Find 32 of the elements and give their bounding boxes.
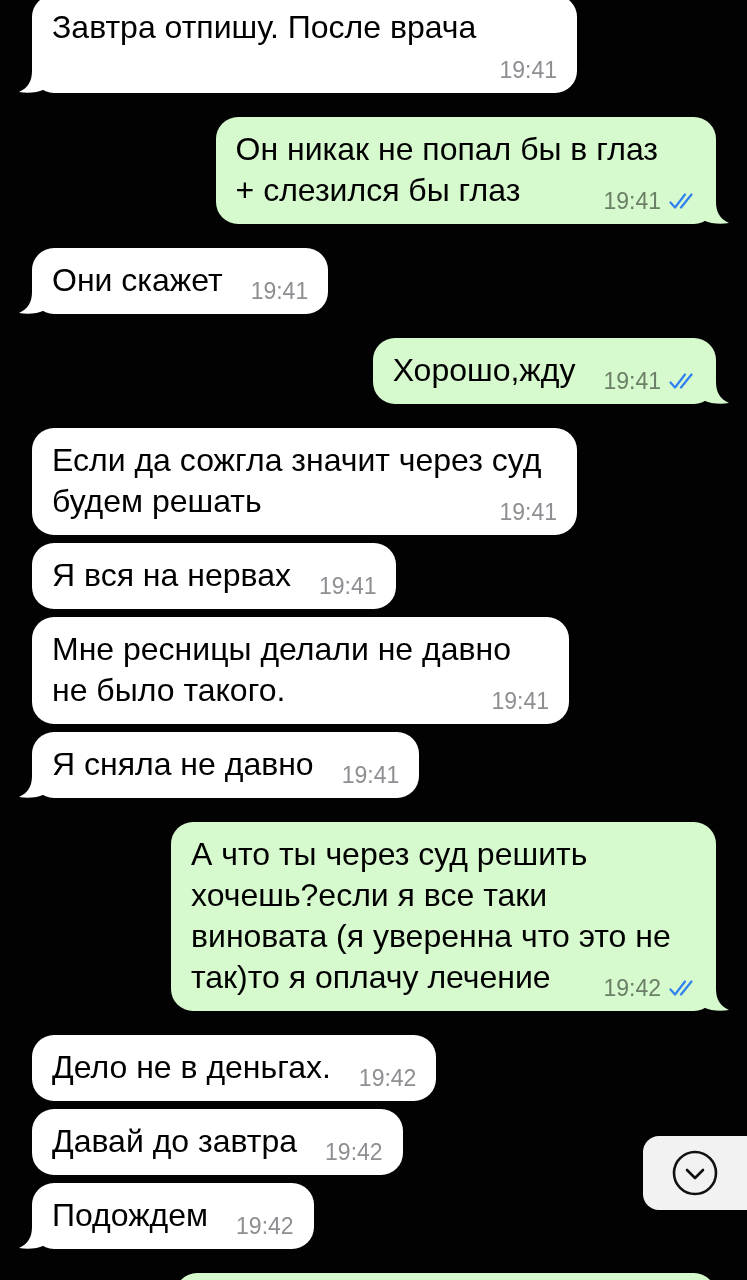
message-time: 19:41 <box>250 281 309 301</box>
message-text: так)то я оплачу лечение <box>191 959 551 995</box>
message-text: Я вся на нервах <box>52 557 291 593</box>
message-text: хочешь?если я все таки <box>191 877 548 913</box>
scroll-down-button[interactable] <box>643 1136 747 1210</box>
message-text: + слезился бы глаз <box>235 172 521 208</box>
message-text: Подождем <box>52 1197 209 1233</box>
chevron-down-circle-icon <box>672 1150 718 1196</box>
message-text: Я сняла не давно <box>52 746 314 782</box>
message-time: 19:41 <box>491 691 549 711</box>
message-time: 19:41 <box>318 576 377 596</box>
message-time: 19:42 <box>325 1142 383 1162</box>
message-time: 19:42 <box>603 978 661 998</box>
message-text: Они скажет <box>52 262 223 298</box>
message-time: 19:41 <box>603 191 661 211</box>
message-text: Хорошо,жду <box>392 352 576 388</box>
message-text: А что ты через суд решить <box>191 836 588 872</box>
message-text: не было такого. <box>52 672 286 708</box>
message-text: будем решать <box>52 483 262 519</box>
message-text: виновата (я уверенна что это не <box>191 918 671 954</box>
message-time: 19:42 <box>236 1216 294 1236</box>
message-time: 19:41 <box>603 371 661 391</box>
message-text: Если да сожгла значит через суд <box>52 442 542 478</box>
message-time: 19:42 <box>358 1068 417 1088</box>
message-text: Завтра отпишу. После врача <box>52 9 477 45</box>
message-text: Он никак не попал бы в глаз <box>235 131 658 167</box>
message-time: 19:41 <box>499 60 557 80</box>
message-text: Дело не в деньгах. <box>52 1049 331 1085</box>
message-time: 19:41 <box>341 765 400 785</box>
message-text: Давай до завтра <box>52 1123 298 1159</box>
message-text: Мне ресницы делали не давно <box>52 631 511 667</box>
message-time: 19:41 <box>499 502 557 522</box>
